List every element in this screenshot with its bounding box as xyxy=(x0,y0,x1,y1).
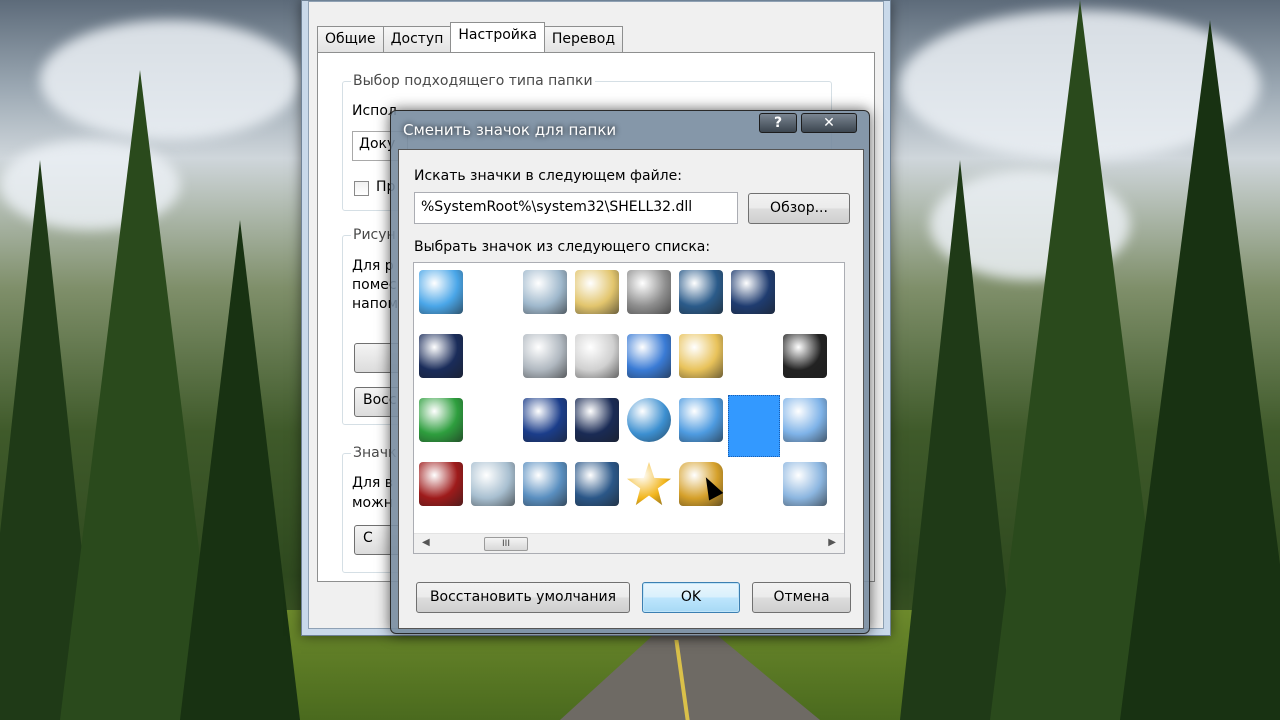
font-icon[interactable] xyxy=(572,395,622,445)
display-settings-icon[interactable] xyxy=(416,267,466,317)
tab-translate[interactable]: Перевод xyxy=(543,26,624,52)
tablet-icon[interactable] xyxy=(520,395,570,445)
lock-screen-icon[interactable] xyxy=(676,267,726,317)
globe-network-icon[interactable] xyxy=(624,395,674,445)
properties-tabs: Общие Доступ Настройка Перевод xyxy=(317,22,624,52)
restore-defaults-button[interactable]: Восстановить умолчания xyxy=(416,582,630,613)
change-icon-dialog: Сменить значок для папки ? ✕ Искать знач… xyxy=(390,110,870,634)
folder-type-title: Выбор подходящего типа папки xyxy=(351,73,595,89)
server-document-icon[interactable] xyxy=(572,459,622,509)
recycle-bin-icon[interactable] xyxy=(520,267,570,317)
search-folder-icon[interactable] xyxy=(676,331,726,381)
scrollbar-thumb[interactable]: III xyxy=(484,537,528,551)
power-button-icon[interactable] xyxy=(416,459,466,509)
browse-button[interactable]: Обзор... xyxy=(748,193,850,224)
tools-icon[interactable] xyxy=(520,459,570,509)
recycle-bin-full-icon[interactable] xyxy=(468,459,518,509)
network-drive-icon[interactable] xyxy=(416,395,466,445)
scanner-icon[interactable] xyxy=(520,331,570,381)
icon-list[interactable]: ◀ III ▶ xyxy=(413,262,845,554)
dialog-body: Искать значки в следующем файле: %System… xyxy=(398,149,864,629)
cancel-button[interactable]: Отмена xyxy=(752,582,851,613)
scroll-left-arrow[interactable]: ◀ xyxy=(422,537,430,548)
magnifier-doc-icon[interactable] xyxy=(780,459,830,509)
help-button[interactable]: ? xyxy=(759,113,797,133)
stacked-blue-icon[interactable] xyxy=(780,395,830,445)
tab-sharing[interactable]: Доступ xyxy=(382,26,452,52)
tab-customize[interactable]: Настройка xyxy=(450,22,545,52)
icon-list-scrollbar[interactable]: ◀ III ▶ xyxy=(414,533,844,553)
monitor-icon[interactable] xyxy=(728,267,778,317)
windows-box-icon[interactable] xyxy=(624,331,674,381)
calculator-folder-icon[interactable] xyxy=(572,267,622,317)
tab-general[interactable]: Общие xyxy=(317,26,384,52)
blank-selected-icon[interactable] xyxy=(728,395,780,457)
unknown-drive-icon[interactable] xyxy=(780,331,830,381)
close-icon: ✕ xyxy=(823,115,835,131)
search-file-label: Искать значки в следующем файле: xyxy=(414,168,682,184)
ok-button[interactable]: OK xyxy=(642,582,740,613)
internet-explorer-icon[interactable] xyxy=(676,395,726,445)
apply-subfolders-checkbox[interactable] xyxy=(354,181,369,196)
dialog-title: Сменить значок для папки xyxy=(403,121,617,139)
scroll-right-arrow[interactable]: ▶ xyxy=(828,537,836,548)
printer-icon[interactable] xyxy=(572,331,622,381)
cd-drive-icon[interactable] xyxy=(624,267,674,317)
icon-list-label: Выбрать значок из следующего списка: xyxy=(414,239,711,255)
star-icon[interactable] xyxy=(624,459,674,509)
close-button[interactable]: ✕ xyxy=(801,113,857,133)
icon-file-path-input[interactable]: %SystemRoot%\system32\SHELL32.dll xyxy=(414,192,738,224)
desktop-shortcut-icon[interactable] xyxy=(416,331,466,381)
